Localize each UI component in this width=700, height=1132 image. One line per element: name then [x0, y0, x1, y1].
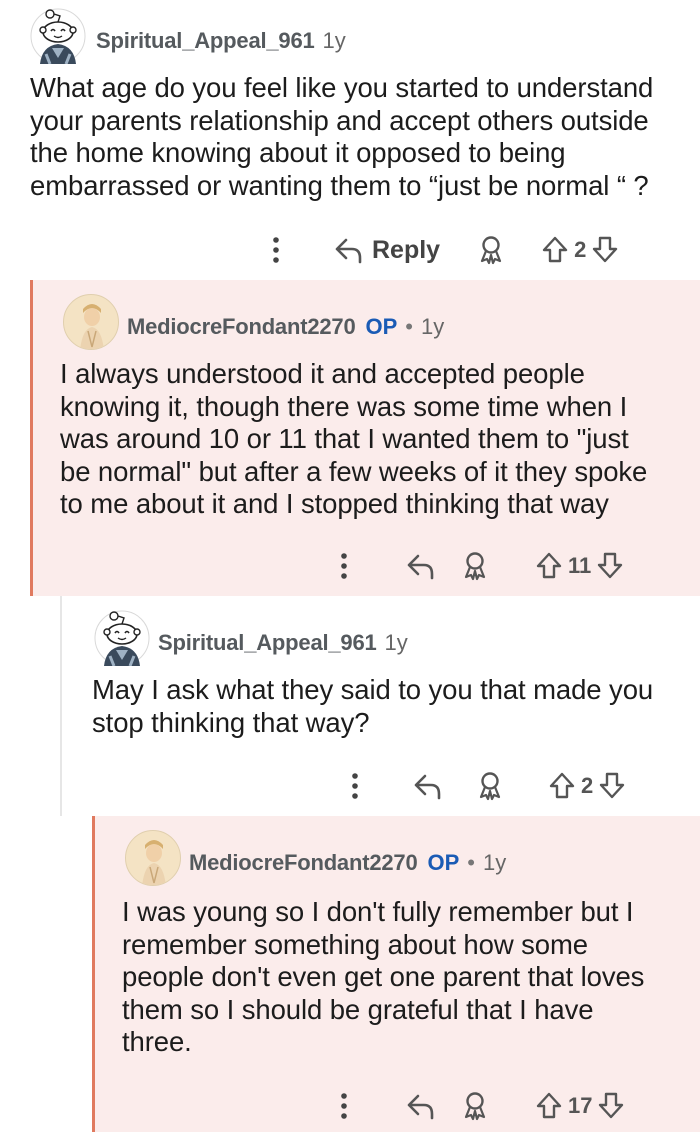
- comment-line: remember something about how some: [122, 928, 588, 960]
- op-badge: OP: [427, 850, 460, 875]
- upvote-icon[interactable]: [536, 551, 562, 581]
- comment-header: Spiritual_Appeal_961 1y: [96, 28, 346, 54]
- vote-count: 2: [574, 237, 587, 262]
- award-icon[interactable]: [477, 771, 503, 801]
- comment-line: the home knowing about it opposed to bei…: [30, 137, 566, 168]
- comment-4-op: MediocreFondant2270 OP • 1y I was young …: [92, 816, 700, 1132]
- user-avatar[interactable]: [125, 830, 181, 886]
- op-badge: OP: [365, 314, 398, 339]
- comment-line: embarrassed or wanting them to “just be …: [30, 169, 649, 201]
- comment-line: was around 10 or 11 that I wanted them t…: [60, 423, 629, 454]
- avatar-illustration-icon: [79, 303, 105, 349]
- comment-line: to me about it and I stopped thinking th…: [60, 488, 609, 519]
- comment-actions: 17: [338, 1086, 624, 1126]
- award-icon[interactable]: [462, 1091, 488, 1121]
- comment-age: 1y: [482, 850, 507, 875]
- upvote-icon[interactable]: [549, 771, 575, 801]
- separator-dot: •: [467, 850, 475, 875]
- downvote-icon[interactable]: [597, 551, 623, 581]
- more-options-icon[interactable]: [349, 770, 361, 802]
- reply-arrow-icon: [414, 774, 441, 800]
- comment-header: MediocreFondant2270 OP • 1y: [189, 850, 506, 876]
- comment-actions: 11: [338, 546, 623, 586]
- comment-line: three.: [122, 1026, 192, 1057]
- comment-line: What age do you feel like you started to…: [30, 72, 654, 103]
- award-icon[interactable]: [478, 235, 504, 265]
- more-options-icon[interactable]: [338, 1090, 350, 1122]
- comment-age: 1y: [322, 28, 346, 53]
- downvote-icon[interactable]: [592, 235, 618, 265]
- comment-line: your parents relationship and accept oth…: [30, 104, 649, 136]
- reply-button[interactable]: [406, 1092, 434, 1120]
- comment-line: be normal" but after a few weeks of it t…: [60, 455, 648, 487]
- vote-controls: 11: [536, 551, 623, 581]
- vote-controls: 17: [536, 1091, 624, 1121]
- reply-button[interactable]: [413, 772, 441, 800]
- username[interactable]: Spiritual_Appeal_961: [96, 28, 315, 54]
- reply-arrow-icon: [407, 1094, 434, 1120]
- comment-header: Spiritual_Appeal_961 1y: [158, 630, 408, 656]
- separator-dot: •: [405, 314, 413, 339]
- comment-body: I was young so I don't fully remember bu…: [122, 896, 644, 1059]
- comment-age: 1y: [384, 630, 408, 655]
- username[interactable]: MediocreFondant2270: [189, 850, 418, 876]
- comment-body: I always understood it and accepted peop…: [60, 358, 647, 521]
- avatar-illustration-icon: [141, 839, 167, 885]
- award-icon[interactable]: [462, 551, 488, 581]
- comment-body: What age do you feel like you started to…: [30, 72, 653, 202]
- reply-arrow-icon: [335, 238, 362, 264]
- downvote-icon[interactable]: [598, 1091, 624, 1121]
- comment-actions: 2: [349, 766, 625, 806]
- comment-line: I always understood it and accepted peop…: [60, 358, 585, 389]
- upvote-icon[interactable]: [536, 1091, 562, 1121]
- vote-count: 2: [581, 773, 594, 798]
- comment-line: knowing it, though there was some time w…: [60, 390, 628, 422]
- comment-age: 1y: [420, 314, 445, 339]
- comment-line: I was young so I don't fully remember bu…: [122, 896, 634, 927]
- vote-count: 17: [568, 1093, 593, 1118]
- comment-line: May I ask what they said to you that mad…: [92, 674, 654, 705]
- comment-3: Spiritual_Appeal_961 1y May I ask what t…: [60, 596, 700, 816]
- vote-count: 11: [568, 553, 592, 578]
- comment-header: MediocreFondant2270 OP • 1y: [127, 314, 444, 340]
- comment-line: people don't even get one parent that lo…: [122, 961, 645, 992]
- user-avatar-snoo-icon[interactable]: [94, 610, 150, 666]
- more-options-icon[interactable]: [270, 234, 282, 266]
- downvote-icon[interactable]: [599, 771, 625, 801]
- user-avatar[interactable]: [63, 294, 119, 350]
- reply-arrow-icon: [407, 554, 434, 580]
- upvote-icon[interactable]: [542, 235, 568, 265]
- reply-label: Reply: [372, 235, 441, 264]
- comment-1: Spiritual_Appeal_961 1y What age do you …: [0, 0, 700, 280]
- comment-actions: Reply 2: [270, 230, 618, 270]
- more-options-icon[interactable]: [338, 550, 350, 582]
- username[interactable]: Spiritual_Appeal_961: [158, 630, 377, 656]
- comment-body: May I ask what they said to you that mad…: [92, 674, 653, 739]
- user-avatar-snoo-icon[interactable]: [30, 8, 86, 64]
- reply-button[interactable]: Reply: [334, 236, 440, 265]
- vote-controls: 2: [549, 771, 625, 801]
- comment-line: them so I should be grateful that I have: [122, 993, 594, 1025]
- comment-2-op: MediocreFondant2270 OP • 1y I always und…: [30, 280, 700, 596]
- comment-line: stop thinking that way?: [92, 706, 370, 738]
- username[interactable]: MediocreFondant2270: [127, 314, 356, 340]
- reply-button[interactable]: [406, 552, 434, 580]
- vote-controls: 2: [542, 235, 618, 265]
